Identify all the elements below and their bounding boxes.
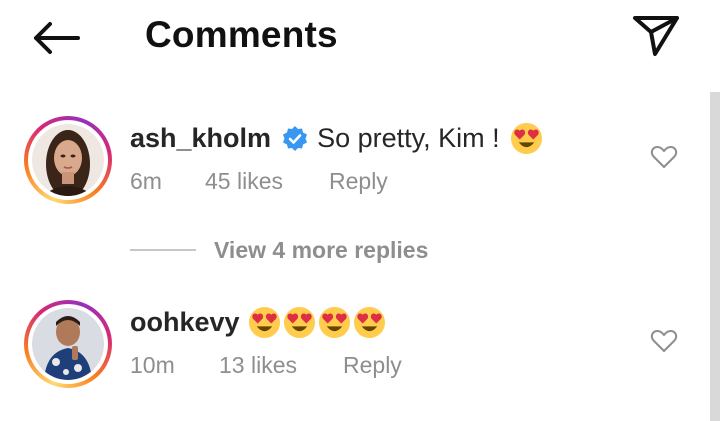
top-bar: Comments: [0, 0, 720, 78]
heart-eyes-emoji-icon: [510, 122, 543, 155]
scrollbar[interactable]: [710, 92, 720, 421]
profile-photo: [32, 308, 104, 380]
avatar[interactable]: [24, 300, 112, 388]
send-direct-icon[interactable]: [630, 12, 682, 58]
comment-time: 6m: [130, 168, 162, 194]
comment-time: 10m: [130, 352, 175, 378]
view-more-replies[interactable]: View 4 more replies: [130, 235, 428, 265]
reply-button[interactable]: Reply: [343, 352, 402, 379]
comment-text: So pretty, Kim !: [317, 123, 500, 153]
profile-photo: [32, 124, 104, 196]
page-title: Comments: [145, 14, 338, 55]
heart-icon[interactable]: [650, 328, 678, 354]
comment-item: ash_kholm So pretty, Kim ! 6m 45 likes R…: [0, 110, 705, 220]
like-count[interactable]: 45 likes: [205, 168, 283, 195]
username[interactable]: oohkevy: [130, 307, 240, 338]
avatar[interactable]: [24, 116, 112, 204]
view-replies-label[interactable]: View 4 more replies: [214, 237, 428, 264]
heart-eyes-emoji-icon: [318, 306, 351, 339]
like-count[interactable]: 13 likes: [219, 352, 297, 379]
heart-icon[interactable]: [650, 144, 678, 170]
reply-button[interactable]: Reply: [329, 168, 388, 195]
username[interactable]: ash_kholm: [130, 123, 271, 154]
back-arrow-icon[interactable]: [30, 18, 82, 58]
comment-item: oohkevy 10m 13 likes Reply: [0, 294, 705, 404]
comment-text-line: oohkevy: [130, 306, 386, 339]
heart-eyes-emoji-icon: [248, 306, 281, 339]
verified-badge-icon: [281, 125, 309, 153]
reply-thread-divider: [130, 249, 196, 251]
comment-text-line: ash_kholm So pretty, Kim !: [130, 122, 543, 155]
heart-eyes-emoji-icon: [283, 306, 316, 339]
heart-eyes-emoji-icon: [353, 306, 386, 339]
